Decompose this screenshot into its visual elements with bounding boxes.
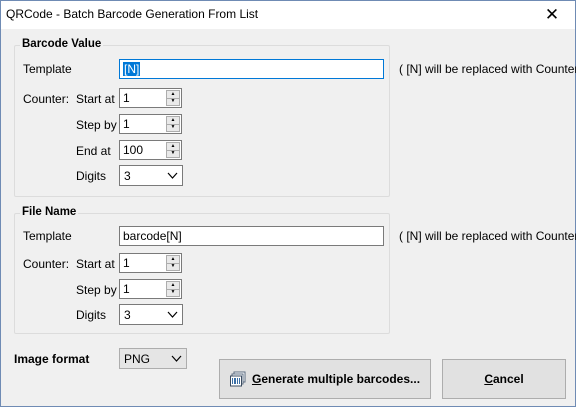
file-step-label: Step by	[76, 283, 117, 297]
spin-down-icon[interactable]: ▼	[166, 124, 180, 132]
file-start-value: 1	[123, 256, 130, 270]
chevron-down-icon	[167, 311, 178, 318]
file-template-value: barcode[N]	[123, 229, 182, 243]
close-icon: ✕	[544, 5, 560, 24]
chevron-down-icon	[171, 355, 182, 362]
file-template-label: Template	[23, 229, 72, 243]
spin-down-icon[interactable]: ▼	[166, 263, 180, 271]
file-digits-value: 3	[124, 308, 131, 322]
barcode-end-label: End at	[76, 144, 111, 158]
file-counter-label: Counter:	[23, 257, 70, 271]
file-start-label: Start at	[76, 257, 115, 271]
generate-button-label: Generate multiple barcodes...	[251, 372, 421, 386]
file-digits-label: Digits	[76, 308, 107, 322]
barcode-template-label: Template	[23, 62, 72, 76]
spin-up-icon[interactable]: ▲	[166, 90, 180, 99]
cancel-button-label: Cancel	[484, 372, 524, 386]
spin-up-icon[interactable]: ▲	[166, 142, 180, 151]
barcode-end-stepper[interactable]: 100 ▲ ▼	[119, 140, 182, 160]
image-format-value: PNG	[124, 352, 151, 366]
spin-down-icon[interactable]: ▼	[166, 150, 180, 158]
barcode-value-group-title: Barcode Value	[20, 38, 104, 50]
file-digits-select[interactable]: 3	[119, 304, 183, 325]
spin-up-icon[interactable]: ▲	[166, 281, 180, 290]
barcode-end-value: 100	[123, 143, 144, 157]
barcode-template-selected-text: [N]	[123, 62, 141, 76]
cancel-button[interactable]: Cancel	[442, 359, 566, 399]
image-format-label: Image format	[14, 352, 90, 366]
generate-multiple-barcodes-button[interactable]: Generate multiple barcodes...	[219, 359, 431, 399]
file-start-stepper[interactable]: 1 ▲ ▼	[119, 253, 182, 273]
batch-generation-dialog: QRCode - Batch Barcode Generation From L…	[0, 0, 576, 407]
barcode-template-input[interactable]: [N]	[119, 59, 384, 79]
barcode-template-hint: ( [N] will be replaced with Counter )	[399, 62, 576, 76]
title-bar: QRCode - Batch Barcode Generation From L…	[1, 1, 575, 29]
barcode-digits-label: Digits	[76, 169, 107, 183]
file-step-stepper[interactable]: 1 ▲ ▼	[119, 279, 182, 299]
file-step-value: 1	[123, 282, 130, 296]
barcode-start-value: 1	[123, 91, 130, 105]
barcode-step-value: 1	[123, 117, 130, 131]
window-title: QRCode - Batch Barcode Generation From L…	[6, 7, 259, 21]
spin-up-icon[interactable]: ▲	[166, 255, 180, 264]
chevron-down-icon	[167, 172, 178, 179]
file-template-hint: ( [N] will be replaced with Counter )	[399, 229, 576, 243]
close-button[interactable]: ✕	[529, 1, 575, 29]
barcode-stack-icon	[229, 371, 246, 387]
barcode-digits-select[interactable]: 3	[119, 165, 183, 186]
file-template-input[interactable]: barcode[N]	[119, 226, 384, 246]
barcode-step-label: Step by	[76, 118, 117, 132]
barcode-digits-value: 3	[124, 169, 131, 183]
barcode-start-label: Start at	[76, 92, 115, 106]
image-format-select[interactable]: PNG	[119, 348, 187, 369]
barcode-step-stepper[interactable]: 1 ▲ ▼	[119, 114, 182, 134]
barcode-start-stepper[interactable]: 1 ▲ ▼	[119, 88, 182, 108]
spin-down-icon[interactable]: ▼	[166, 98, 180, 106]
spin-up-icon[interactable]: ▲	[166, 116, 180, 125]
barcode-counter-label: Counter:	[23, 92, 70, 106]
file-name-group-title: File Name	[20, 206, 79, 218]
spin-down-icon[interactable]: ▼	[166, 289, 180, 297]
